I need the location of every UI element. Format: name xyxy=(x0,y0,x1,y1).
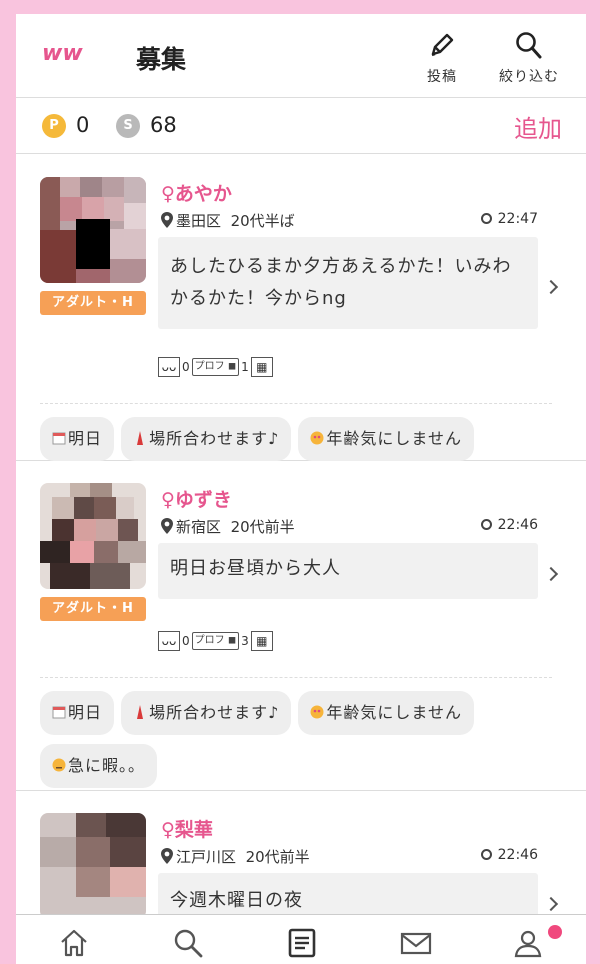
category-badge: アダルト・H xyxy=(40,291,146,315)
clock-icon xyxy=(480,519,492,530)
post-time: 22:46 xyxy=(480,517,538,533)
divider xyxy=(40,677,552,678)
header: ww 募集 投稿 絞り込む xyxy=(16,14,586,98)
post-card[interactable]: アダルト・H ♀ゆずき 新宿区 20代前半 22:46 明日お昼頃から大人 ᴗᴗ… xyxy=(16,461,586,791)
poster-location: 新宿区 20代前半 xyxy=(161,516,295,537)
tower-icon xyxy=(137,705,144,719)
s-points-value: 68 xyxy=(150,113,177,137)
tag-list: 明日 場所合わせます♪ 年齢気にしません 急に暇。。 xyxy=(40,691,566,797)
age-text: 20代前半 xyxy=(245,848,310,866)
views-count: 0 xyxy=(182,360,190,374)
time-text: 22:46 xyxy=(497,517,538,533)
tab-mail[interactable] xyxy=(400,927,432,959)
post-time: 22:47 xyxy=(480,211,538,227)
tag-age[interactable]: 年齢気にしません xyxy=(298,691,474,735)
p-points-value: 0 xyxy=(76,113,90,137)
footprint-icon: ᴗᴗ xyxy=(158,631,180,651)
chevron-right-icon[interactable] xyxy=(543,896,559,912)
post-time: 22:46 xyxy=(480,847,538,863)
poster-name[interactable]: ♀梨華 xyxy=(161,815,213,842)
poster-location: 江戸川区 20代前半 xyxy=(161,846,310,867)
home-icon xyxy=(61,929,87,957)
post-message[interactable]: 明日お昼頃から大人 xyxy=(158,543,538,599)
photos-count: 3 xyxy=(241,634,249,648)
post-card[interactable]: アダルト・H ♀あやか 墨田区 20代半ば 22:47 あしたひるまか夕方あえる… xyxy=(16,155,586,461)
prof-photo-icon: プロフ ◼ xyxy=(191,358,240,376)
points-bar: P 0 S 68 追加 xyxy=(16,98,586,154)
tab-home[interactable] xyxy=(58,927,90,959)
tower-icon xyxy=(137,431,144,445)
post-message[interactable]: あしたひるまか夕方あえるかた！いみわかるかた！今からng xyxy=(158,237,538,329)
map-pin-icon xyxy=(161,848,173,864)
svg-text:ww: ww xyxy=(42,41,83,66)
search-icon xyxy=(174,929,203,958)
smile-face-icon xyxy=(310,431,324,445)
tag-mood[interactable]: 急に暇。。 xyxy=(40,744,158,788)
mail-icon xyxy=(400,932,432,955)
post-stats: ᴗᴗ 0 プロフ ◼ 1 ▦ xyxy=(158,357,273,377)
prof-label: プロフ xyxy=(194,361,225,372)
time-text: 22:47 xyxy=(497,211,538,227)
board-icon xyxy=(288,928,316,958)
avatar[interactable] xyxy=(40,177,146,283)
bottom-tab-bar xyxy=(16,914,586,964)
avatar[interactable] xyxy=(40,483,146,589)
post-stats: ᴗᴗ 0 プロフ ◼ 3 ▦ xyxy=(158,631,273,651)
post-button[interactable]: 投稿 xyxy=(420,30,464,86)
tab-profile[interactable] xyxy=(512,927,544,959)
area-text: 新宿区 xyxy=(176,518,222,536)
photos-count: 1 xyxy=(241,360,249,374)
worried-face-icon xyxy=(52,758,66,772)
smile-face-icon xyxy=(310,705,324,719)
tab-board[interactable] xyxy=(286,927,318,959)
notification-dot xyxy=(548,925,562,939)
chevron-right-icon[interactable] xyxy=(543,566,559,582)
tag-age[interactable]: 年齢気にしません xyxy=(298,417,474,461)
clock-icon xyxy=(480,213,492,224)
post-label: 投稿 xyxy=(427,69,457,85)
age-text: 20代前半 xyxy=(230,518,295,536)
chevron-right-icon[interactable] xyxy=(543,279,559,295)
building-icon: ▦ xyxy=(250,357,273,377)
filter-label: 絞り込む xyxy=(499,69,559,85)
tag-date[interactable]: 明日 xyxy=(40,417,115,461)
map-pin-icon xyxy=(161,518,173,534)
tag-place[interactable]: 場所合わせます♪ xyxy=(121,417,292,461)
app-logo[interactable]: ww xyxy=(42,40,88,66)
calendar-icon xyxy=(52,432,66,445)
calendar-icon xyxy=(52,706,66,719)
views-count: 0 xyxy=(182,634,190,648)
avatar[interactable] xyxy=(40,813,146,919)
tag-date[interactable]: 明日 xyxy=(40,691,115,735)
pencil-icon xyxy=(431,33,454,57)
filter-button[interactable]: 絞り込む xyxy=(494,30,564,86)
map-pin-icon xyxy=(161,212,173,228)
search-icon xyxy=(516,32,542,59)
poster-location: 墨田区 20代半ば xyxy=(161,210,295,231)
building-icon: ▦ xyxy=(250,631,273,651)
divider xyxy=(40,403,552,404)
page-title: 募集 xyxy=(136,45,187,74)
clock-icon xyxy=(480,849,492,860)
s-coin-icon: S xyxy=(116,114,140,138)
time-text: 22:46 xyxy=(497,847,538,863)
poster-name[interactable]: ♀あやか xyxy=(161,179,232,206)
area-text: 江戸川区 xyxy=(176,848,237,866)
footprint-icon: ᴗᴗ xyxy=(158,357,180,377)
profile-icon xyxy=(514,930,542,958)
app-frame: ww 募集 投稿 絞り込む P 0 S 68 追加 アダルト・H ♀あやか 墨田… xyxy=(16,14,586,964)
p-coin-icon: P xyxy=(42,114,66,138)
category-badge: アダルト・H xyxy=(40,597,146,621)
poster-name[interactable]: ♀ゆずき xyxy=(161,485,232,512)
tab-search[interactable] xyxy=(172,927,204,959)
add-points-button[interactable]: 追加 xyxy=(514,109,562,144)
age-text: 20代半ば xyxy=(230,212,295,230)
tag-place[interactable]: 場所合わせます♪ xyxy=(121,691,292,735)
prof-photo-icon: プロフ ◼ xyxy=(191,632,240,650)
area-text: 墨田区 xyxy=(176,212,222,230)
prof-label: プロフ xyxy=(194,635,225,646)
